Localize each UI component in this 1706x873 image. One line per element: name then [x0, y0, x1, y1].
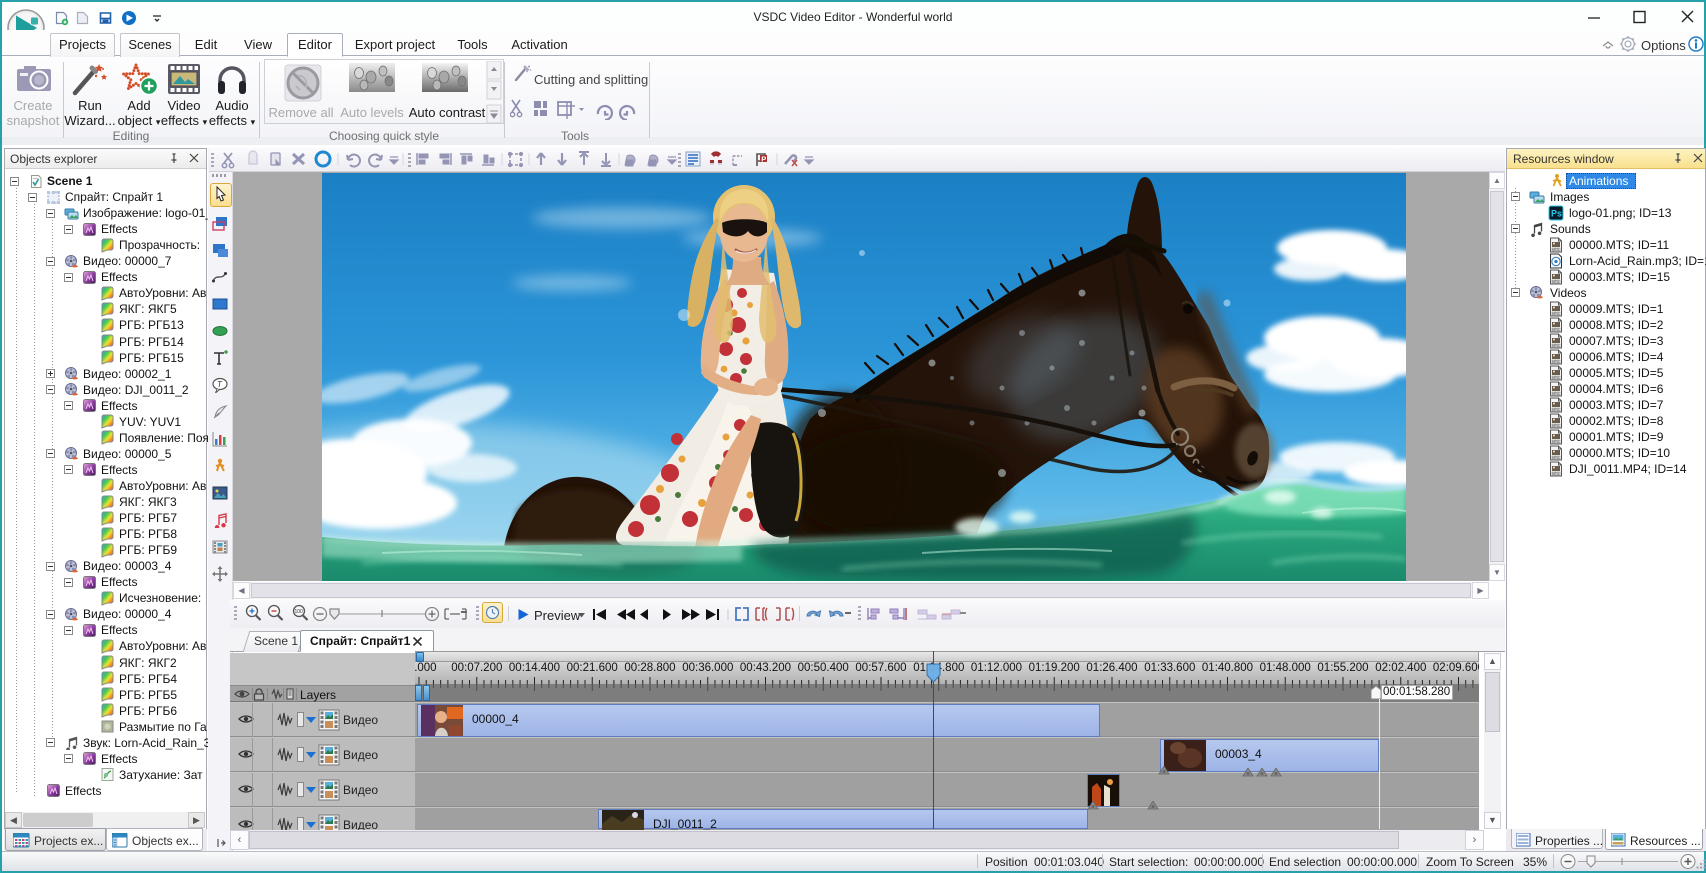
- svg-text:MTS: MTS: [1553, 424, 1559, 428]
- svg-text:MTS: MTS: [1553, 472, 1559, 476]
- svg-text:00:36.000: 00:36.000: [682, 662, 733, 674]
- svg-text:MTS: MTS: [1553, 248, 1559, 252]
- svg-text:00:43.200: 00:43.200: [740, 662, 791, 674]
- svg-text:MTS: MTS: [1553, 456, 1559, 460]
- svg-text:MTS: MTS: [1553, 280, 1559, 284]
- svg-text:MTS: MTS: [1553, 376, 1559, 380]
- svg-text:00:14.400: 00:14.400: [509, 662, 560, 674]
- svg-text:00:50.400: 00:50.400: [798, 662, 849, 674]
- svg-text:01:26.400: 01:26.400: [1086, 662, 1137, 674]
- svg-text:MTS: MTS: [1553, 408, 1559, 412]
- svg-text:00:07.200: 00:07.200: [451, 662, 502, 674]
- svg-text:MTS: MTS: [1553, 360, 1559, 364]
- svg-text:01:19.200: 01:19.200: [1029, 662, 1080, 674]
- svg-text:P: P: [761, 155, 766, 164]
- svg-text:MTS: MTS: [1553, 328, 1559, 332]
- svg-text:MTS: MTS: [1553, 344, 1559, 348]
- svg-text:MTS: MTS: [1553, 312, 1559, 316]
- svg-text:01:40.800: 01:40.800: [1202, 662, 1253, 674]
- svg-text:MTS: MTS: [1553, 440, 1559, 444]
- svg-text:00:21.600: 00:21.600: [567, 662, 618, 674]
- svg-text:00:28.800: 00:28.800: [624, 662, 675, 674]
- svg-text:MTS: MTS: [1553, 392, 1559, 396]
- svg-text:01:55.200: 01:55.200: [1317, 662, 1368, 674]
- svg-text:01:33.600: 01:33.600: [1144, 662, 1195, 674]
- svg-text:00.000: 00.000: [415, 662, 437, 674]
- svg-text:100: 100: [295, 609, 304, 615]
- svg-text:02:02.400: 02:02.400: [1375, 662, 1426, 674]
- svg-text:01:48.000: 01:48.000: [1260, 662, 1311, 674]
- svg-text:00:57.600: 00:57.600: [855, 662, 906, 674]
- svg-text:01:12.000: 01:12.000: [971, 662, 1022, 674]
- svg-text:02:09.600: 02:09.600: [1433, 662, 1479, 674]
- svg-text:Ps: Ps: [1551, 209, 1562, 219]
